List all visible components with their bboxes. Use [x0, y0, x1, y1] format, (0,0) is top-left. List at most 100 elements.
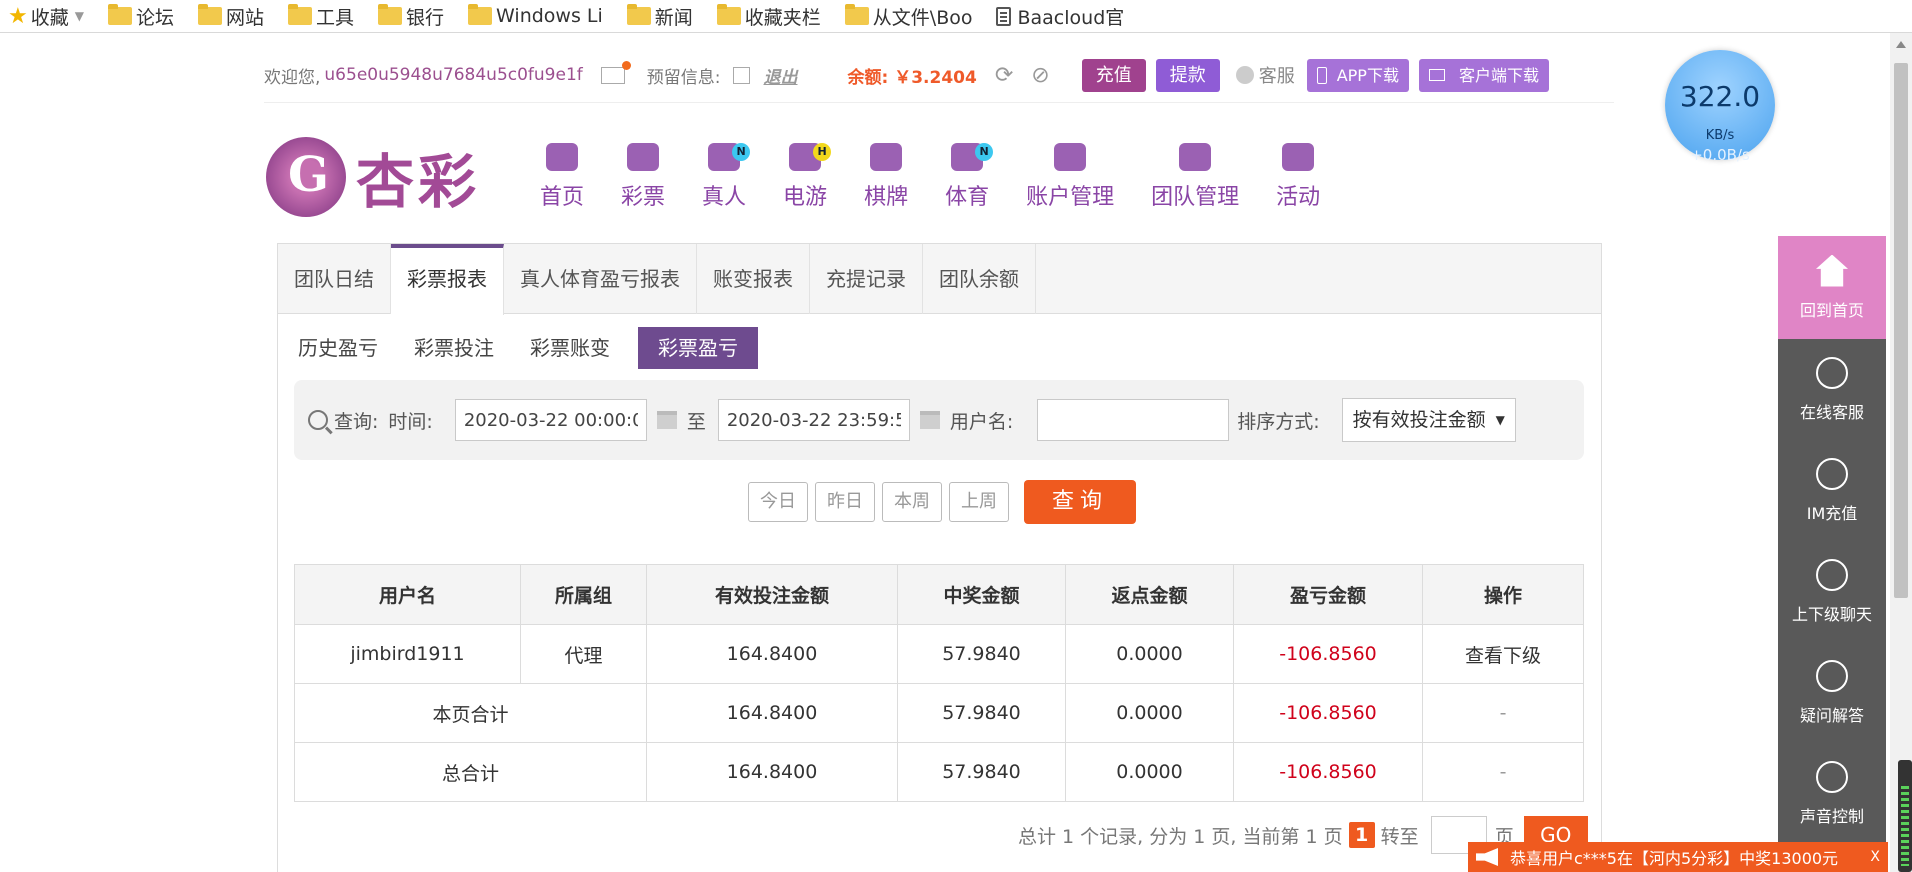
nav-cards[interactable]: 棋牌	[864, 143, 908, 211]
folder-icon	[716, 4, 741, 25]
im-icon	[1816, 457, 1848, 490]
cell-win: 57.9840	[897, 683, 1066, 743]
close-icon[interactable]: X	[1870, 849, 1880, 865]
cell-grand-total-label: 总合计	[294, 742, 647, 802]
sidebar-team-chat[interactable]: 上下级聊天	[1778, 541, 1886, 642]
withdraw-button[interactable]: 提款	[1155, 58, 1220, 92]
search-button[interactable]: 查询	[1024, 480, 1136, 524]
speed-delta: +0.0B/s	[1690, 146, 1750, 164]
col-win: 中奖金额	[897, 564, 1066, 625]
sidebar-sound-control[interactable]: 声音控制	[1778, 743, 1886, 844]
logo-name: 杏彩	[356, 148, 481, 216]
deposit-button[interactable]: 充值	[1081, 58, 1146, 92]
folder-icon	[378, 4, 403, 25]
caret-down-icon[interactable]: ▼	[75, 9, 84, 23]
current-page[interactable]: 1	[1348, 822, 1375, 848]
bookmark-folder[interactable]: 工具	[288, 0, 354, 33]
speed-unit: KB/s	[1705, 128, 1735, 143]
document-icon	[996, 6, 1012, 26]
tab-lottery-report[interactable]: 彩票报表	[391, 244, 504, 315]
pagination-summary: 总计 1 个记录, 分为 1 页, 当前第 1 页	[1018, 825, 1343, 848]
cell-win: 57.9840	[897, 742, 1066, 802]
tab-team-daily[interactable]: 团队日结	[278, 244, 391, 314]
subtab-history-pnl[interactable]: 历史盈亏	[290, 327, 398, 369]
hot-badge: H	[813, 143, 832, 161]
cell-bet: 164.8400	[646, 683, 898, 743]
bookmark-folder[interactable]: Windows Li	[468, 0, 603, 33]
new-badge: N	[732, 143, 751, 161]
bookmarks-bar: ★ 收藏 ▼ 论坛 网站 工具 银行 Windows Li 新闻 收藏夹栏 从文件\…	[0, 0, 1912, 33]
table-header-row: 用户名 所属组 有效投注金额 中奖金额 返点金额 盈亏金额 操作	[294, 564, 1584, 625]
subtab-lottery-pnl[interactable]: 彩票盈亏	[638, 327, 758, 369]
page-total-row: 本页合计 164.8400 57.9840 0.0000 -106.8560 -	[294, 683, 1584, 743]
nav-promotions[interactable]: 活动	[1276, 143, 1320, 211]
view-subordinates-link[interactable]: 查看下级	[1422, 624, 1584, 684]
subtab-lottery-changes[interactable]: 彩票账变	[522, 327, 630, 369]
bookmark-folder[interactable]: 收藏夹栏	[716, 0, 821, 33]
nav-team[interactable]: 团队管理	[1151, 143, 1239, 211]
sort-select[interactable]: 按有效投注金额 ▼	[1341, 398, 1516, 442]
app-download-button[interactable]: APP下载	[1306, 58, 1409, 92]
sidebar-im-deposit[interactable]: IM充值	[1778, 440, 1886, 541]
calendar-icon[interactable]	[656, 411, 677, 429]
logout-link[interactable]: 退出	[764, 63, 798, 88]
logo-emblem	[266, 137, 346, 217]
cell-bet: 164.8400	[646, 624, 898, 684]
bookmark-folder[interactable]: 网站	[198, 0, 264, 33]
mail-icon[interactable]	[600, 60, 631, 84]
subtab-lottery-bets[interactable]: 彩票投注	[406, 327, 514, 369]
bookmark-folder[interactable]: 新闻	[626, 0, 693, 33]
site-logo[interactable]: 杏彩	[266, 135, 480, 219]
sidebar-faq[interactable]: 疑问解答	[1778, 642, 1886, 743]
scrollbar-thumb[interactable]	[1894, 63, 1908, 598]
bookmark-folder[interactable]: 从文件\Boo	[844, 0, 972, 33]
username-input[interactable]	[1037, 399, 1230, 441]
customer-service-link[interactable]: 客服	[1235, 62, 1295, 88]
cell-profit: -106.8560	[1233, 624, 1423, 684]
tab-deposit-withdraw-records[interactable]: 充提记录	[810, 244, 923, 314]
gift-icon	[1282, 143, 1315, 171]
tab-balance-change-report[interactable]: 账变报表	[697, 244, 810, 314]
sidebar-back-home[interactable]: 回到首页	[1778, 236, 1886, 339]
nav-live[interactable]: N 真人	[702, 143, 751, 211]
vertical-scrollbar[interactable]	[1890, 33, 1912, 872]
win-announcement-ticker[interactable]: 恭喜用户c***5在【河内5分彩】中奖13000元 X	[1468, 842, 1888, 872]
tab-live-sports-report[interactable]: 真人体育盈亏报表	[504, 244, 697, 314]
client-download-button[interactable]: 客户端下载	[1418, 58, 1549, 92]
start-time-input[interactable]	[454, 399, 647, 441]
end-time-input[interactable]	[717, 399, 910, 441]
nav-sports[interactable]: N 体育	[945, 143, 994, 211]
search-icon	[308, 410, 328, 430]
calendar-icon[interactable]	[919, 411, 940, 429]
folder-icon	[198, 4, 222, 25]
folder-icon	[844, 4, 869, 25]
time-label: 时间:	[388, 410, 433, 433]
bookmark-folder[interactable]: 银行	[378, 0, 444, 33]
this-week-button[interactable]: 本周	[882, 482, 942, 522]
tab-team-balance[interactable]: 团队余额	[923, 244, 1036, 314]
nav-account[interactable]: 账户管理	[1026, 143, 1114, 211]
bookmark-folder[interactable]: 论坛	[107, 0, 174, 33]
nav-home[interactable]: 首页	[540, 143, 584, 211]
cards-icon	[870, 143, 903, 171]
refresh-icon[interactable]: ⟳	[995, 63, 1013, 88]
sidebar-online-service[interactable]: 在线客服	[1778, 339, 1886, 440]
bookmark-page[interactable]: Baacloud官	[996, 0, 1124, 33]
hide-eye-icon[interactable]: ⊘	[1031, 63, 1049, 88]
bookmark-favorites[interactable]: ★ 收藏 ▼	[8, 0, 84, 33]
pnl-table: 用户名 所属组 有效投注金额 中奖金额 返点金额 盈亏金额 操作 jimbird…	[294, 564, 1584, 802]
edit-icon[interactable]	[732, 66, 750, 84]
cell-rebate: 0.0000	[1065, 624, 1234, 684]
nav-lottery[interactable]: 彩票	[621, 143, 665, 211]
yesterday-button[interactable]: 昨日	[815, 482, 875, 522]
last-week-button[interactable]: 上周	[949, 482, 1009, 522]
home-icon	[546, 143, 578, 171]
headset-icon	[1235, 66, 1254, 84]
nav-slots[interactable]: H 电游	[783, 143, 832, 211]
network-speed-widget[interactable]: 322.0 KB/s +0.0B/s	[1665, 50, 1775, 164]
scroll-up-arrow-icon[interactable]	[1896, 41, 1906, 48]
folder-icon	[468, 4, 493, 25]
megaphone-icon	[1476, 848, 1498, 866]
today-button[interactable]: 今日	[748, 482, 808, 522]
cell-action: -	[1422, 683, 1584, 743]
